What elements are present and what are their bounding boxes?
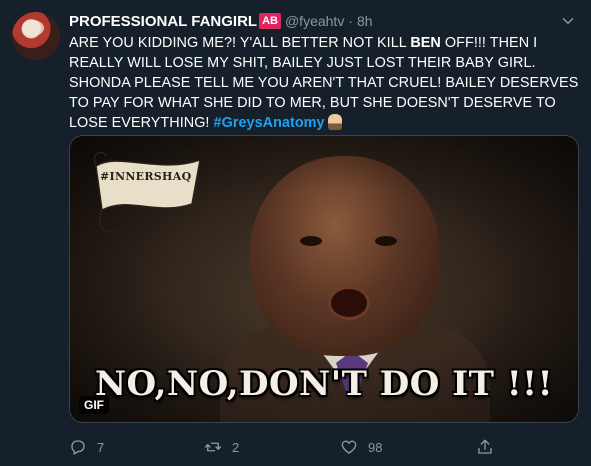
action-bar: 7 2 98 [69, 436, 499, 458]
retweet-count: 2 [232, 439, 240, 455]
retweet-icon [204, 442, 222, 452]
tweet-text: ARE YOU KIDDING ME?! Y'ALL BETTER NOT KI… [69, 33, 579, 133]
tweet-header: PROFESSIONAL FANGIRL AB @fyeahtv · 8h [69, 11, 373, 31]
handle[interactable]: @fyeahtv [285, 13, 344, 29]
person-emoji-icon [327, 114, 342, 130]
timestamp[interactable]: 8h [357, 13, 373, 29]
gif-media[interactable]: #INNERSHAQ NO,NO,DON'T DO IT !!! GIF [69, 135, 579, 423]
scroll-banner-text: #INNERSHAQ [100, 170, 192, 183]
avatar[interactable] [12, 12, 60, 60]
gif-caption: NO,NO,DON'T DO IT !!! [94, 364, 554, 404]
retweet-button[interactable]: 2 [204, 436, 239, 458]
reply-button[interactable]: 7 [69, 436, 104, 458]
heart-icon [341, 440, 357, 454]
gif-badge: GIF [79, 396, 109, 414]
reply-icon [71, 440, 85, 455]
hashtag-link[interactable]: #GreysAnatomy [214, 115, 325, 131]
chevron-down-icon[interactable] [559, 12, 577, 30]
tweet-text-part1: ARE YOU KIDDING ME?! Y'ALL BETTER NOT KI… [69, 35, 411, 51]
scroll-banner-graphic [93, 151, 201, 233]
tweet-text-bold: BEN [410, 35, 441, 51]
reply-count: 7 [97, 439, 105, 455]
name-badge: AB [259, 13, 281, 29]
share-icon [478, 439, 492, 454]
separator: · [348, 13, 353, 29]
like-button[interactable]: 98 [340, 436, 382, 458]
display-name[interactable]: PROFESSIONAL FANGIRL [69, 13, 257, 30]
like-count: 98 [368, 439, 383, 455]
share-button[interactable] [476, 436, 504, 458]
